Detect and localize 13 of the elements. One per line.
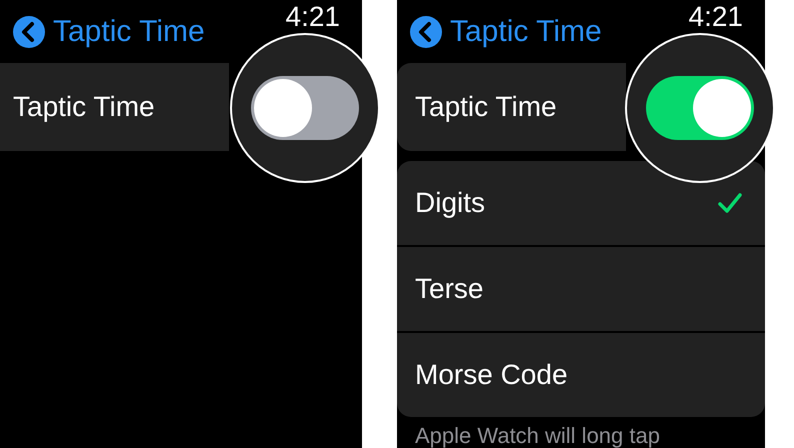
back-icon[interactable] xyxy=(13,16,45,48)
back-title[interactable]: Taptic Time xyxy=(53,14,205,48)
settings-row[interactable]: Taptic Time xyxy=(397,63,626,151)
checkmark-icon xyxy=(717,192,743,214)
option-item[interactable]: Morse Code xyxy=(397,331,765,417)
clock-time: 4:21 xyxy=(688,1,743,33)
option-item[interactable]: Terse xyxy=(397,245,765,331)
option-item[interactable]: Digits xyxy=(397,161,765,245)
back-icon[interactable] xyxy=(410,16,442,48)
footer-note: Apple Watch will long tap xyxy=(414,422,661,448)
settings-row[interactable]: Taptic Time xyxy=(0,63,229,151)
clock-time: 4:21 xyxy=(286,1,340,33)
back-title[interactable]: Taptic Time xyxy=(450,14,602,48)
